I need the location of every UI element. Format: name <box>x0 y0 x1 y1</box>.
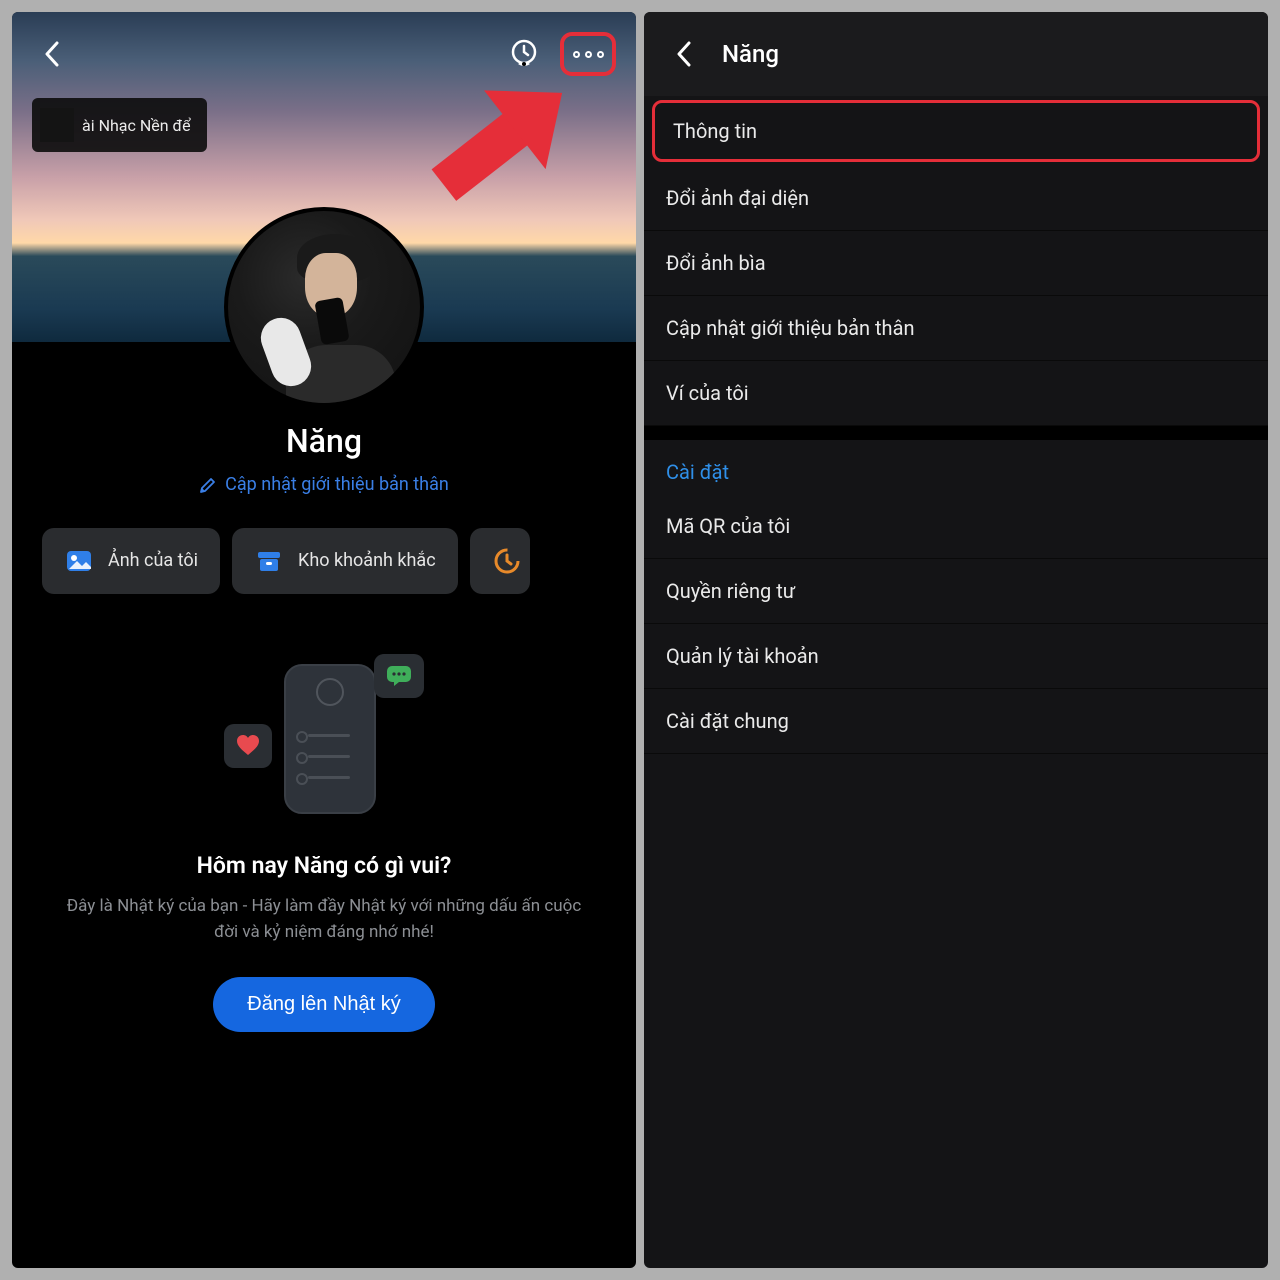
profile-screen: ài Nhạc Nền để Năng Cập nhật giới thiệu … <box>12 12 636 1268</box>
menu-item-wallet[interactable]: Ví của tôi <box>644 361 1268 426</box>
avatar[interactable] <box>224 207 424 407</box>
profile-body: Năng Cập nhật giới thiệu bản thân Ảnh củ… <box>12 342 636 1032</box>
music-label: ài Nhạc Nền để <box>82 116 191 135</box>
menu-group-profile: Thông tin Đổi ảnh đại diện Đổi ảnh bìa C… <box>644 100 1268 426</box>
diary-title: Hôm nay Năng có gì vui? <box>12 852 636 879</box>
menu-item-update-bio[interactable]: Cập nhật giới thiệu bản thân <box>644 296 1268 361</box>
chevron-left-icon <box>676 41 692 67</box>
diary-illustration <box>224 654 424 824</box>
chip-my-photos[interactable]: Ảnh của tôi <box>42 528 220 594</box>
profile-name: Năng <box>12 422 636 460</box>
chip-label: Kho khoảnh khắc <box>298 550 436 571</box>
options-title: Năng <box>722 40 779 68</box>
profile-chips: Ảnh của tôi Kho khoảnh khắc <box>12 498 636 594</box>
settings-section-title: Cài đặt <box>644 440 1268 494</box>
chip-moments[interactable]: Kho khoảnh khắc <box>232 528 458 594</box>
dot-icon <box>597 51 604 58</box>
cover-photo: ài Nhạc Nền để <box>12 12 636 342</box>
menu-item-change-cover[interactable]: Đổi ảnh bìa <box>644 231 1268 296</box>
archive-icon <box>254 546 284 576</box>
message-bubble-icon <box>374 654 424 698</box>
back-button[interactable] <box>32 34 72 74</box>
photo-icon <box>64 546 94 576</box>
chip-memories[interactable] <box>470 528 530 594</box>
options-screen: Năng Thông tin Đổi ảnh đại diện Đổi ảnh … <box>644 12 1268 1268</box>
edit-bio-link[interactable]: Cập nhật giới thiệu bản thân <box>199 474 449 495</box>
clock-icon <box>492 546 522 576</box>
avatar-image <box>228 211 420 403</box>
top-bar <box>12 12 636 76</box>
chevron-left-icon <box>44 41 60 67</box>
post-diary-button[interactable]: Đăng lên Nhật ký <box>213 977 434 1032</box>
music-thumb <box>40 108 74 142</box>
menu-item-privacy[interactable]: Quyền riêng tư <box>644 559 1268 624</box>
diary-subtitle: Đây là Nhật ký của bạn - Hãy làm đầy Nhậ… <box>12 879 636 946</box>
heart-bubble-icon <box>224 724 272 768</box>
options-header: Năng <box>644 12 1268 96</box>
menu-item-account[interactable]: Quản lý tài khoản <box>644 624 1268 689</box>
menu-group-settings: Cài đặt Mã QR của tôi Quyền riêng tư Quả… <box>644 440 1268 754</box>
menu-item-info[interactable]: Thông tin <box>652 100 1260 162</box>
section-divider <box>644 426 1268 440</box>
dot-icon <box>573 51 580 58</box>
menu-item-general[interactable]: Cài đặt chung <box>644 689 1268 754</box>
menu-item-qr[interactable]: Mã QR của tôi <box>644 494 1268 559</box>
annotation-arrow <box>410 49 596 228</box>
back-button[interactable] <box>664 34 704 74</box>
edit-bio-label: Cập nhật giới thiệu bản thân <box>225 474 449 495</box>
background-music-pill[interactable]: ài Nhạc Nền để <box>32 98 207 152</box>
menu-item-change-avatar[interactable]: Đổi ảnh đại diện <box>644 166 1268 231</box>
pencil-icon <box>199 476 217 494</box>
dot-icon <box>585 51 592 58</box>
chip-label: Ảnh của tôi <box>108 550 198 571</box>
more-button[interactable] <box>560 32 616 76</box>
